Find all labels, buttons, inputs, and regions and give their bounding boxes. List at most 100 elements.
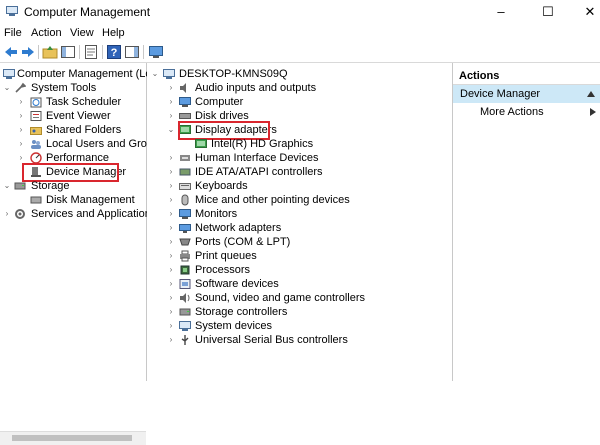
title-bar: Computer Management – ☐ ✕ — [0, 0, 600, 24]
help-icon[interactable]: ? — [106, 44, 122, 60]
chevron-down-icon[interactable]: ⌄ — [3, 81, 11, 95]
svg-text:?: ? — [111, 47, 118, 59]
chevron-right-icon[interactable]: › — [17, 137, 25, 151]
toolbar-separator — [102, 45, 103, 59]
device-category-label: Print queues — [195, 250, 257, 262]
chevron-right-icon[interactable]: › — [167, 95, 175, 109]
collapse-arrow-icon[interactable] — [587, 91, 595, 97]
scrollbar-thumb[interactable] — [12, 435, 132, 441]
actions-header: Actions — [453, 67, 600, 85]
back-arrow-icon[interactable] — [3, 44, 19, 60]
device-category-label: Storage controllers — [195, 306, 288, 318]
menu-file[interactable]: File — [4, 27, 22, 39]
window-title: Computer Management — [24, 5, 151, 19]
more-actions-link[interactable]: More Actions — [480, 105, 544, 119]
maximize-button[interactable]: ☐ — [540, 4, 556, 20]
tree-item-label: Computer Management (Local — [17, 68, 166, 80]
tree-item-label: Services and Applications — [31, 208, 157, 220]
up-folder-icon[interactable] — [42, 44, 58, 60]
close-button[interactable]: ✕ — [582, 4, 598, 20]
computer-management-icon — [3, 69, 15, 79]
action-pane-icon[interactable] — [124, 44, 140, 60]
chevron-right-icon[interactable]: › — [167, 263, 175, 277]
chevron-right-icon[interactable]: › — [17, 95, 25, 109]
chevron-right-icon[interactable]: › — [167, 193, 175, 207]
chevron-right-icon[interactable]: › — [167, 277, 175, 291]
keyboard-icon — [179, 183, 191, 190]
sound-icon — [180, 293, 190, 303]
forward-arrow-icon[interactable] — [20, 44, 36, 60]
device-category-label: Human Interface Devices — [195, 152, 319, 164]
device-category-label: Computer — [195, 96, 244, 108]
chevron-right-icon[interactable]: › — [167, 207, 175, 221]
submenu-arrow-icon[interactable] — [590, 108, 596, 116]
device-category-label: Universal Serial Bus controllers — [195, 334, 348, 346]
monitor-icon[interactable] — [148, 44, 164, 60]
chevron-right-icon[interactable]: › — [17, 123, 25, 137]
tree-item-label: Shared Folders — [46, 124, 122, 136]
speaker-icon — [180, 83, 186, 93]
computer-management-icon — [6, 6, 18, 16]
services-icon — [15, 209, 25, 219]
toolbar-separator — [38, 45, 39, 59]
device-category-label: Network adapters — [195, 222, 282, 234]
chevron-right-icon[interactable]: › — [167, 305, 175, 319]
actions-section-device-manager[interactable]: Device Manager — [453, 85, 600, 103]
chevron-down-icon[interactable]: ⌄ — [3, 179, 11, 193]
tree-item-label: Event Viewer — [46, 110, 111, 122]
monitor-icon — [179, 209, 191, 219]
software-device-icon — [179, 279, 191, 289]
port-icon — [179, 238, 191, 246]
device-category-label: Processors — [195, 264, 251, 276]
properties-icon[interactable] — [83, 44, 99, 60]
chevron-down-icon[interactable]: ⌄ — [151, 67, 159, 81]
system-device-icon — [179, 321, 191, 331]
chevron-right-icon[interactable]: › — [167, 165, 175, 179]
storage-icon — [14, 182, 26, 190]
device-category-label: Monitors — [195, 208, 238, 220]
toolbar-separator — [79, 45, 80, 59]
console-tree-icon[interactable] — [60, 44, 76, 60]
console-tree-pane: Computer Management (Local ⌄ System Tool… — [0, 63, 166, 445]
chevron-right-icon[interactable]: › — [167, 179, 175, 193]
chevron-right-icon[interactable]: › — [167, 235, 175, 249]
chevron-down-icon[interactable]: ⌄ — [167, 123, 175, 137]
toolbar-separator — [143, 45, 144, 59]
minimize-button[interactable]: – — [493, 4, 509, 20]
device-category-label: Mice and other pointing devices — [195, 194, 350, 206]
device-item-label: Intel(R) HD Graphics — [211, 138, 314, 150]
actions-pane: Actions Device Manager More Actions — [453, 63, 600, 381]
actions-section-label: Device Manager — [460, 88, 541, 100]
chevron-right-icon[interactable]: › — [167, 319, 175, 333]
chevron-right-icon[interactable]: › — [167, 333, 175, 347]
device-category-label: Audio inputs and outputs — [195, 82, 317, 94]
users-icon — [31, 140, 41, 149]
usb-icon — [181, 335, 189, 345]
tree-item-label: Disk Management — [46, 194, 135, 206]
processor-icon — [180, 265, 190, 275]
menu-action[interactable]: Action — [31, 27, 62, 39]
device-category-label: System devices — [195, 320, 273, 332]
device-category-label: IDE ATA/ATAPI controllers — [195, 166, 323, 178]
chevron-right-icon[interactable]: › — [167, 81, 175, 95]
device-category-label: Sound, video and game controllers — [195, 292, 365, 304]
chevron-right-icon[interactable]: › — [17, 109, 25, 123]
chevron-right-icon[interactable]: › — [167, 249, 175, 263]
menu-view[interactable]: View — [70, 27, 94, 39]
toolbar: ? — [0, 42, 600, 63]
tree-item-label: Storage — [31, 180, 70, 192]
clock-icon — [30, 97, 42, 108]
chevron-right-icon[interactable]: › — [3, 207, 11, 221]
monitor-icon — [179, 97, 191, 107]
device-category-label: Ports (COM & LPT) — [195, 236, 291, 248]
tools-icon — [15, 82, 26, 93]
shared-folder-icon — [30, 127, 42, 135]
menu-help[interactable]: Help — [102, 27, 125, 39]
chevron-right-icon[interactable]: › — [167, 291, 175, 305]
chevron-right-icon[interactable]: › — [167, 109, 175, 123]
more-actions-label: More Actions — [480, 106, 544, 118]
horizontal-scrollbar[interactable] — [0, 431, 146, 445]
chevron-right-icon[interactable]: › — [167, 151, 175, 165]
chevron-right-icon[interactable]: › — [167, 221, 175, 235]
hid-icon — [180, 155, 190, 161]
